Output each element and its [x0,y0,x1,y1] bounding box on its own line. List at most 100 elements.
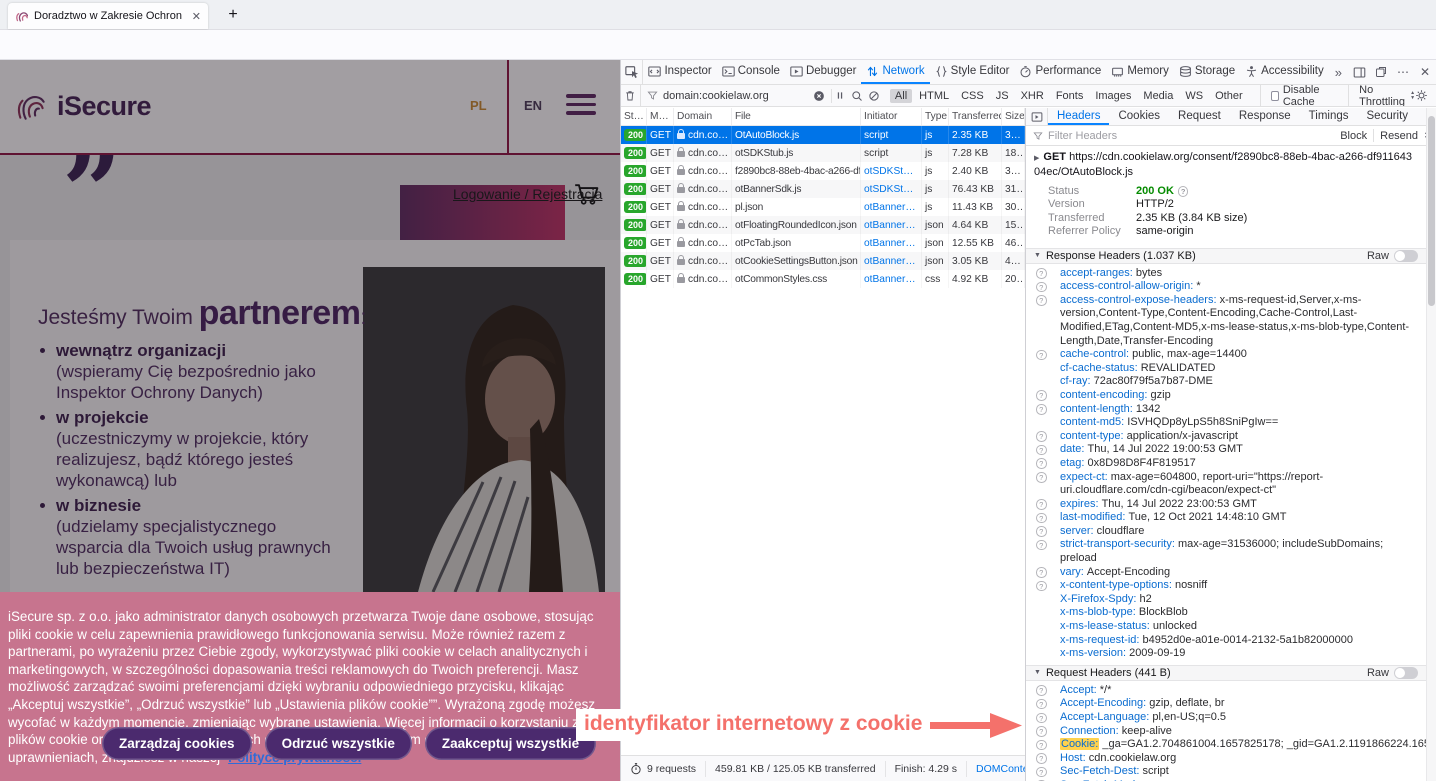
tab-style-editor[interactable]: Style Editor [930,60,1015,84]
disable-cache-checkbox[interactable]: Disable Cache [1260,85,1339,107]
request-headers-section[interactable]: ▼ Request Headers (441 B) Raw [1026,665,1426,681]
close-devtools-icon[interactable]: ✕ [1414,60,1436,84]
tab-memory[interactable]: Memory [1106,60,1174,84]
tab-performance[interactable]: Performance [1014,60,1106,84]
search-icon[interactable] [849,85,866,106]
request-url-line[interactable]: ▶GET https://cdn.cookielaw.org/consent/f… [1026,146,1426,182]
tab-close-icon[interactable]: ✕ [192,10,201,23]
headers-detail-scroll[interactable]: ▶GET https://cdn.cookielaw.org/consent/f… [1026,146,1426,781]
type-filter-xhr[interactable]: XHR [1016,89,1049,103]
initiator-cell[interactable]: otBanner… [861,252,922,270]
tab-accessibility[interactable]: Accessibility [1240,60,1329,84]
network-request-row[interactable]: 200GETcdn.co…otSDKStub.jsscriptjs7.28 KB… [621,144,1025,162]
checkbox-icon[interactable] [1271,91,1279,101]
help-icon[interactable]: ? [1036,431,1047,442]
details-tab-request[interactable]: Request [1169,108,1230,125]
tab-storage[interactable]: Storage [1174,60,1240,84]
help-icon[interactable]: ? [1036,282,1047,293]
network-request-row[interactable]: 200GETcdn.co…otCookieSettingsButton.json… [621,252,1025,270]
details-tab-headers[interactable]: Headers [1048,108,1109,125]
help-icon[interactable]: ? [1036,472,1047,483]
help-icon[interactable]: ? [1036,713,1047,724]
initiator-cell[interactable]: otBanner… [861,234,922,252]
help-icon[interactable]: ? [1036,685,1047,696]
help-icon[interactable]: ? [1036,295,1047,306]
tab-debugger[interactable]: Debugger [785,60,862,84]
help-icon[interactable]: ? [1036,499,1047,510]
type-filter-js[interactable]: JS [991,89,1014,103]
help-icon[interactable]: ? [1036,581,1047,592]
throttling-dropdown[interactable]: No Throttling ▲▼ [1348,85,1415,107]
initiator-cell[interactable]: otSDKSt… [861,180,922,198]
help-icon[interactable]: ? [1036,767,1047,778]
pause-traffic-icon[interactable] [832,85,849,106]
dock-icon[interactable] [1348,60,1370,84]
disclosure-triangle-icon[interactable]: ▶ [1034,155,1039,162]
network-request-row[interactable]: 200GETcdn.co…otPcTab.jsonotBanner…json12… [621,234,1025,252]
tab-console[interactable]: Console [717,60,785,84]
help-icon[interactable]: ? [1178,186,1189,197]
help-icon[interactable]: ? [1036,404,1047,415]
scrollbar[interactable] [1426,108,1436,781]
network-request-row[interactable]: 200GETcdn.co…f2890bc8-88eb-4bac-a266-df9… [621,162,1025,180]
url-filter-input[interactable]: domain:cookielaw.org [641,85,831,106]
network-table-header[interactable]: St… M… Domain File Initiator Type Transf… [621,108,1025,126]
collapse-triangle-icon[interactable]: ▼ [1034,252,1041,259]
type-filter-media[interactable]: Media [1138,89,1178,103]
raw-toggle[interactable] [1394,250,1418,262]
details-tab-timings[interactable]: Timings [1300,108,1358,125]
response-headers-section[interactable]: ▼ Response Headers (1.037 KB) Raw [1026,248,1426,264]
help-icon[interactable]: ? [1036,390,1047,401]
type-filter-ws[interactable]: WS [1180,89,1208,103]
help-icon[interactable]: ? [1036,268,1047,279]
block-icon[interactable] [865,85,882,106]
devtools-menu-icon[interactable]: ⋯ [1392,60,1414,84]
network-request-row[interactable]: 200GETcdn.co…otCommonStyles.cssotBanner…… [621,270,1025,288]
help-icon[interactable]: ? [1036,526,1047,537]
separate-window-icon[interactable] [1370,60,1392,84]
help-icon[interactable]: ? [1036,540,1047,551]
more-tabs-icon[interactable]: » [1329,60,1348,84]
network-request-row[interactable]: 200GETcdn.co…otBannerSdk.jsotSDKSt…js76.… [621,180,1025,198]
pick-element-icon[interactable] [621,60,643,84]
initiator-cell[interactable]: otBanner… [861,216,922,234]
network-request-row[interactable]: 200GETcdn.co…pl.jsonotBanner…js11.43 KB3… [621,198,1025,216]
tab-inspector[interactable]: Inspector [643,60,716,84]
clear-requests-icon[interactable] [621,85,641,106]
block-button[interactable]: Block [1340,130,1367,142]
type-filter-html[interactable]: HTML [914,89,954,103]
cookie-banner-button[interactable]: Zaakceptuj wszystkie [425,727,596,760]
type-filter-fonts[interactable]: Fonts [1051,89,1089,103]
help-icon[interactable]: ? [1036,753,1047,764]
help-icon[interactable]: ? [1036,445,1047,456]
help-icon[interactable]: ? [1036,350,1047,361]
cookie-banner-button[interactable]: Zarządzaj cookies [102,727,252,760]
type-filter-all[interactable]: All [890,89,912,103]
initiator-cell[interactable]: otSDKSt… [861,162,922,180]
resend-button[interactable]: Resend [1380,130,1418,142]
tab-network[interactable]: Network [861,60,929,84]
network-request-row[interactable]: 200GETcdn.co…OtAutoBlock.jsscriptjs2.35 … [621,126,1025,144]
collapse-triangle-icon[interactable]: ▼ [1034,669,1041,676]
raw-toggle[interactable] [1394,667,1418,679]
clear-filter-icon[interactable] [813,90,825,102]
network-settings-gear-icon[interactable] [1415,89,1428,102]
help-icon[interactable]: ? [1036,699,1047,710]
help-icon[interactable]: ? [1036,740,1047,751]
scrollbar-thumb[interactable] [1428,116,1435,306]
new-tab-button[interactable]: + [222,4,244,26]
help-icon[interactable]: ? [1036,458,1047,469]
help-icon[interactable]: ? [1036,567,1047,578]
type-filter-css[interactable]: CSS [956,89,989,103]
details-panel-icon[interactable] [1026,108,1048,125]
help-icon[interactable]: ? [1036,726,1047,737]
details-tab-security[interactable]: Security [1358,108,1418,125]
cookie-banner-button[interactable]: Odrzuć wszystkie [265,727,412,760]
initiator-cell[interactable]: otBanner… [861,198,922,216]
initiator-cell[interactable]: otBanner… [861,270,922,288]
details-tab-cookies[interactable]: Cookies [1109,108,1169,125]
browser-tab[interactable]: Doradztwo w Zakresie Ochrony Dany ✕ [8,3,208,29]
type-filter-other[interactable]: Other [1210,89,1248,103]
network-request-row[interactable]: 200GETcdn.co…otFloatingRoundedIcon.jsono… [621,216,1025,234]
filter-headers-input[interactable]: Filter Headers [1048,130,1117,142]
